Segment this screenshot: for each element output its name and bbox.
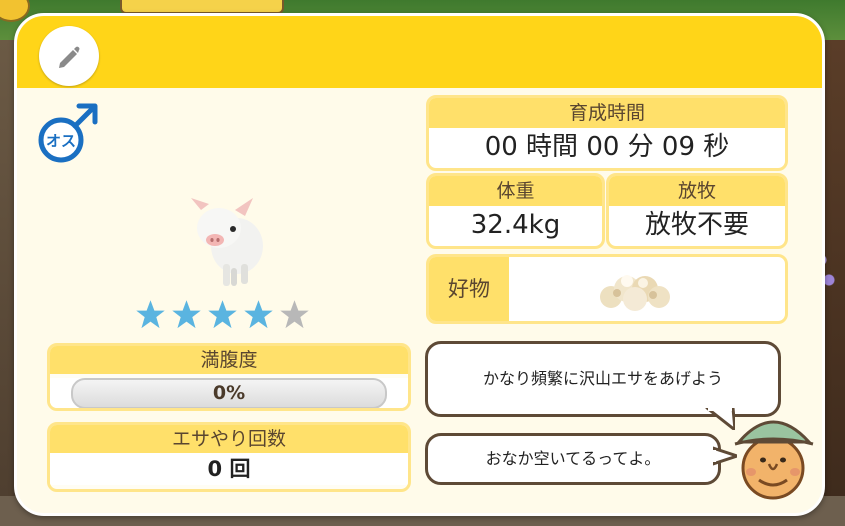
- weight-box: 体重 32.4kg: [426, 173, 605, 249]
- feeding-count-value: 0 回: [50, 453, 408, 485]
- star-filled-icon: [208, 300, 237, 329]
- fullness-box: 満腹度 0%: [47, 343, 411, 411]
- gender-label: オス: [46, 132, 76, 150]
- star-empty-icon: [280, 300, 309, 329]
- growth-time-label: 育成時間: [429, 98, 785, 128]
- pencil-icon: [59, 46, 80, 68]
- fullness-progress-bar: 0%: [71, 378, 387, 408]
- animal-status-panel: オス 満腹度 0% エサやり回数 0 回 育成時間 00 時間 00 分 09 …: [14, 13, 825, 516]
- speech-bubble-advice: かなり頻繁に沢山エサをあげよう: [425, 341, 781, 417]
- growth-time-box: 育成時間 00 時間 00 分 09 秒: [426, 95, 788, 171]
- fullness-value: 0%: [212, 382, 246, 404]
- feeding-count-label: エサやり回数: [50, 425, 408, 453]
- star-filled-icon: [136, 300, 165, 329]
- panel-header: [17, 16, 822, 88]
- piglet-image: [191, 198, 263, 286]
- grazing-box: 放牧 放牧不要: [606, 173, 788, 249]
- weight-value: 32.4kg: [470, 210, 561, 240]
- favorite-food-label: 好物: [429, 257, 509, 321]
- rating-stars: [135, 299, 315, 335]
- weight-label: 体重: [429, 176, 602, 206]
- fullness-label: 満腹度: [50, 346, 408, 374]
- favorite-food-box: 好物: [426, 254, 788, 324]
- grazing-value: 放牧不要: [644, 210, 749, 240]
- edit-button[interactable]: [39, 26, 99, 86]
- feed-pile-icon: [600, 275, 670, 311]
- star-filled-icon: [172, 300, 201, 329]
- star-filled-icon: [244, 300, 273, 329]
- growth-time-value: 00 時間 00 分 09 秒: [484, 132, 730, 162]
- grazing-label: 放牧: [609, 176, 785, 206]
- background-sign: [120, 0, 284, 14]
- farmer-avatar: [734, 420, 814, 500]
- male-symbol-icon: オス: [38, 103, 98, 163]
- feeding-count-box: エサやり回数 0 回: [47, 422, 411, 492]
- speech-bubble-hungry: おなか空いてるってよ。: [425, 433, 721, 485]
